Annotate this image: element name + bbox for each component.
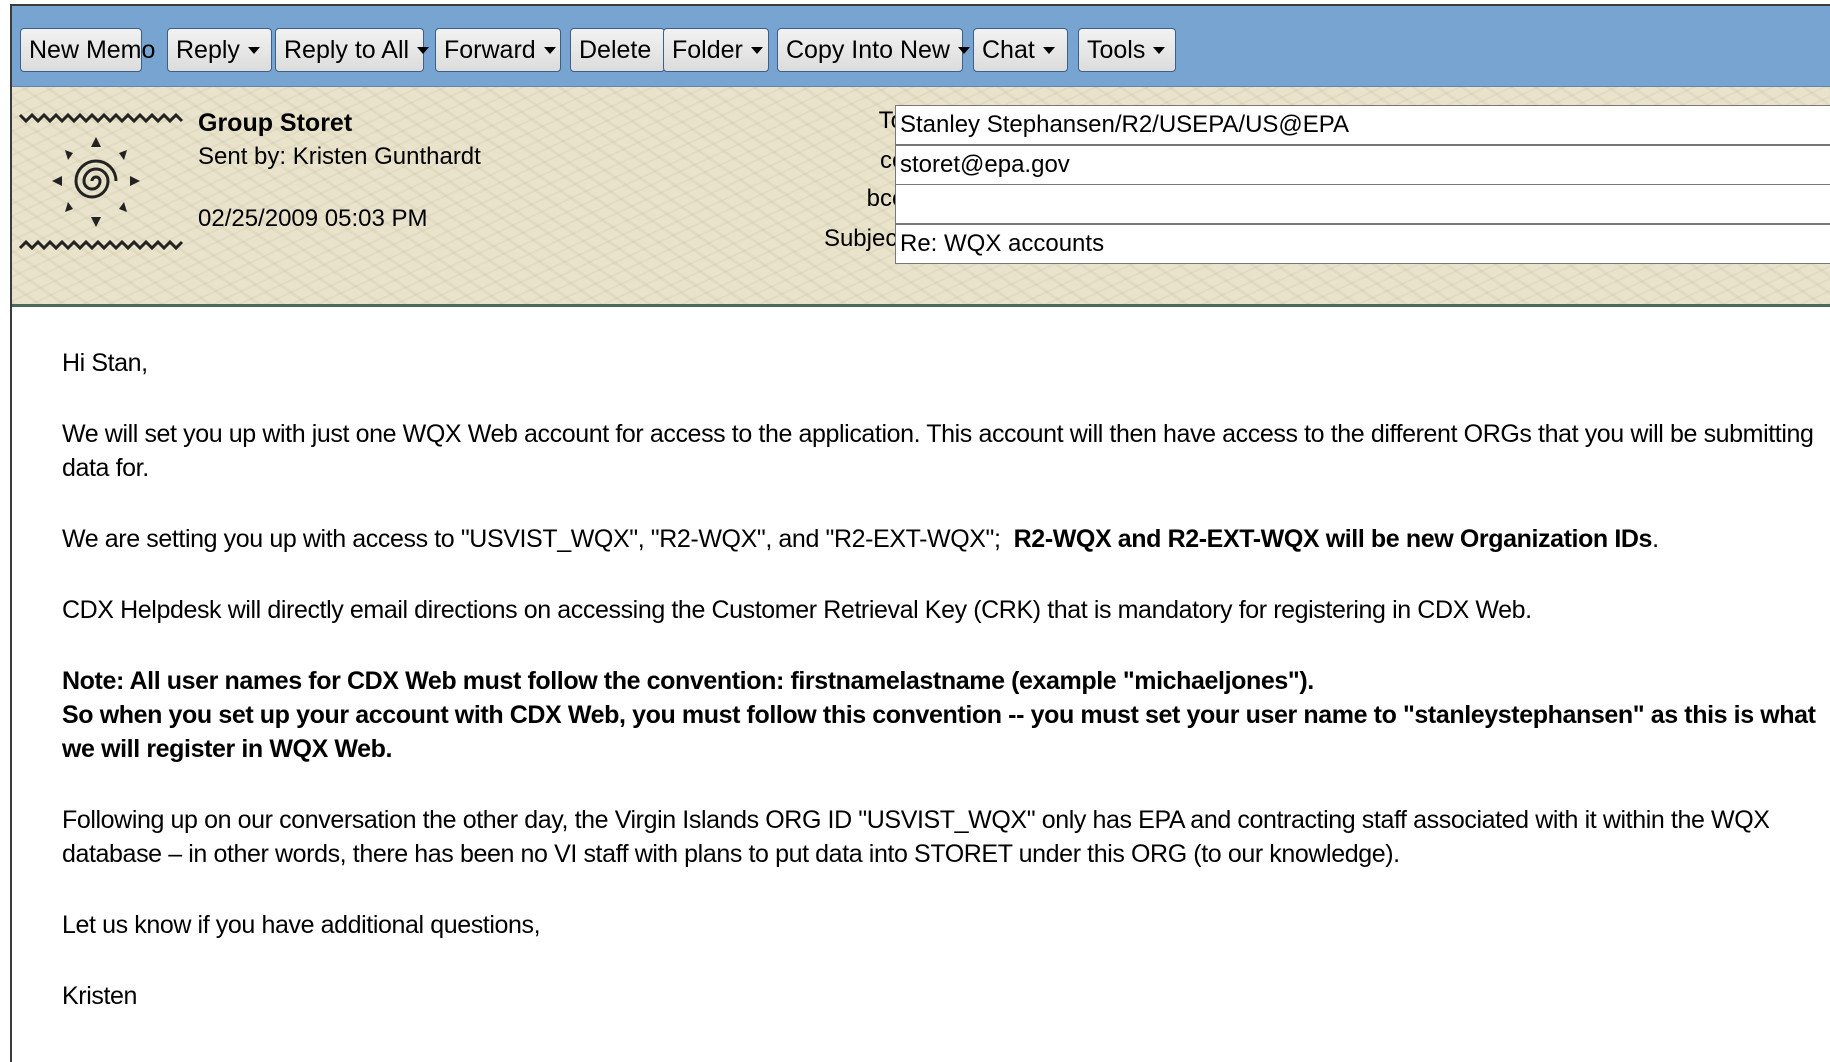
- button-label: Copy Into New: [786, 36, 950, 64]
- button-label: Chat: [982, 36, 1035, 64]
- caret-down-icon: [543, 46, 556, 54]
- cc-field[interactable]: storet@epa.gov: [895, 145, 1830, 185]
- caret-down-icon: [417, 46, 430, 54]
- body-paragraph: We will set you up with just one WQX Web…: [62, 420, 1814, 482]
- mail-window: New Memo Reply Reply to All Forward Dele…: [10, 4, 1830, 1062]
- body-paragraph: We are setting you up with access to "US…: [62, 522, 1830, 556]
- signature: Kristen: [62, 982, 138, 1010]
- caret-down-icon: [1153, 46, 1166, 54]
- chat-button[interactable]: Chat: [973, 28, 1068, 72]
- body-bold-text: R2-WQX and R2-EXT-WQX will be new Organi…: [1013, 525, 1653, 553]
- body-paragraph: Following up on our conversation the oth…: [62, 806, 1770, 868]
- note-line: Note: All user names for CDX Web must fo…: [62, 667, 1314, 695]
- button-label: Forward: [444, 36, 536, 64]
- subject-label: Subject: [823, 225, 904, 252]
- body-text: We are setting you up with access to "US…: [62, 525, 1014, 553]
- body-paragraph: Let us know if you have additional quest…: [62, 911, 541, 939]
- subject-field[interactable]: Re: WQX accounts: [895, 224, 1830, 264]
- message-body: Hi Stan, We will set you up with just on…: [62, 346, 1830, 1013]
- caret-down-icon: [1042, 46, 1055, 54]
- to-field[interactable]: Stanley Stephansen/R2/USEPA/US@EPA: [895, 105, 1830, 145]
- button-label: Delete: [579, 36, 652, 64]
- memo-header: Group Storet Sent by: Kristen Gunthardt …: [12, 87, 1830, 307]
- body-text: .: [1652, 525, 1659, 553]
- action-toolbar: New Memo Reply Reply to All Forward Dele…: [12, 6, 1830, 87]
- note-line: So when you set up your account with CDX…: [62, 701, 1816, 763]
- greeting: Hi Stan,: [62, 349, 148, 377]
- sender-name: Group Storet: [198, 109, 353, 137]
- forward-button[interactable]: Forward: [435, 28, 561, 72]
- caret-down-icon: [247, 46, 260, 54]
- caret-down-icon: [957, 46, 970, 54]
- sent-date: 02/25/2009 05:03 PM: [198, 205, 428, 232]
- copy-into-new-button[interactable]: Copy Into New: [777, 28, 970, 72]
- button-label: Reply: [176, 36, 240, 64]
- button-label: Reply to All: [284, 36, 410, 64]
- reply-button[interactable]: Reply: [167, 28, 272, 72]
- new-memo-button[interactable]: New Memo: [20, 28, 155, 72]
- spiral-sun-logo-icon: [18, 112, 184, 251]
- button-label: Tools: [1087, 36, 1146, 64]
- button-label: New Memo: [29, 36, 156, 64]
- bcc-field[interactable]: [895, 184, 1830, 224]
- sent-by: Sent by: Kristen Gunthardt: [198, 143, 481, 170]
- caret-down-icon: [750, 46, 763, 54]
- reply-to-all-button[interactable]: Reply to All: [275, 28, 430, 72]
- delete-button[interactable]: Delete: [570, 28, 665, 72]
- folder-button[interactable]: Folder: [663, 28, 769, 72]
- button-label: Folder: [672, 36, 743, 64]
- body-paragraph: CDX Helpdesk will directly email directi…: [62, 596, 1532, 624]
- tools-button[interactable]: Tools: [1078, 28, 1176, 72]
